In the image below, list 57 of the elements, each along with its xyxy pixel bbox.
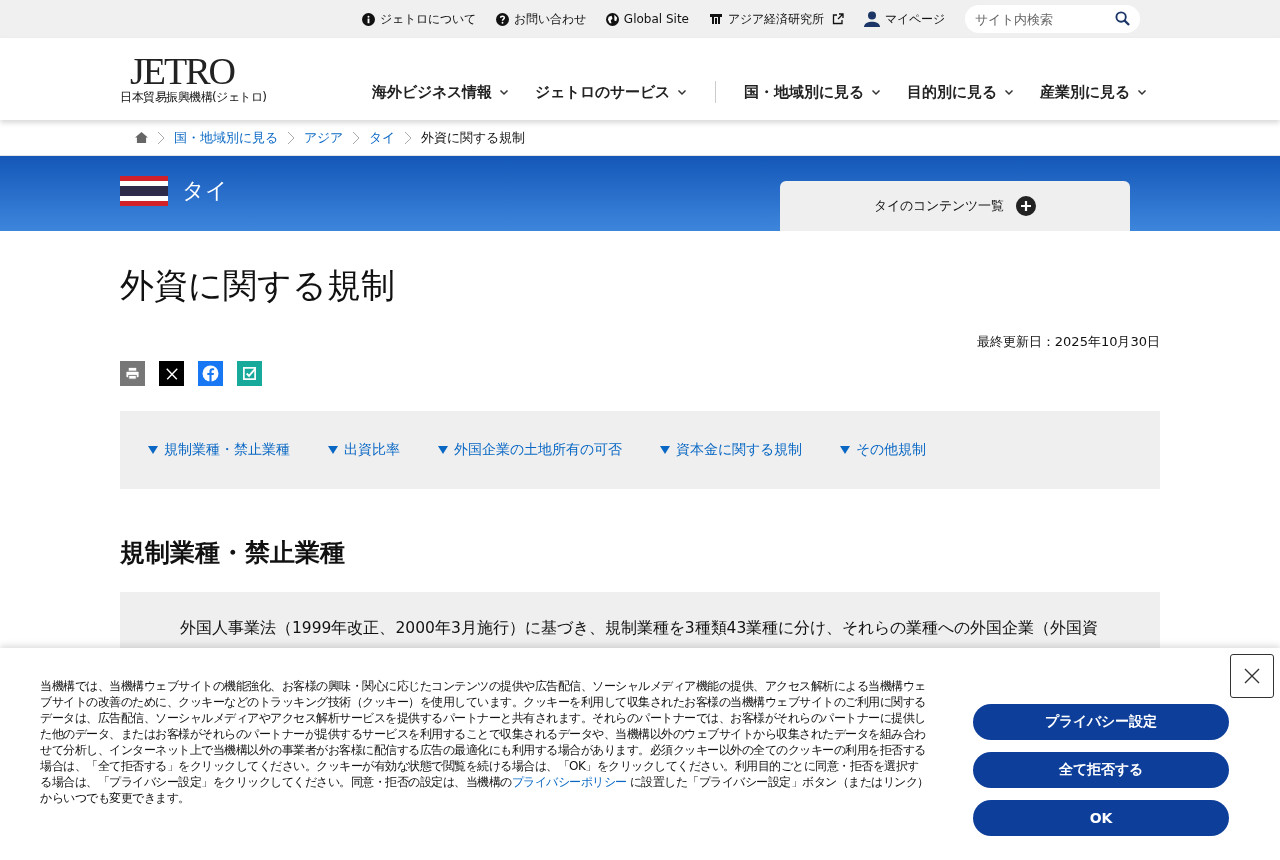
user-icon <box>864 11 880 27</box>
chevron-right-icon <box>404 130 412 145</box>
chevron-down-icon <box>1137 87 1147 97</box>
utility-link[interactable]: お問い合わせ <box>495 10 586 28</box>
bookmark-check-icon[interactable] <box>237 361 262 386</box>
privacy-policy-link[interactable]: プライバシーポリシー <box>511 775 627 789</box>
anchor-link[interactable]: 規制業種・禁止業種 <box>148 441 290 459</box>
nav-menu-item[interactable]: 産業別に見る <box>1027 82 1160 102</box>
section-paragraph: 外国人事業法（1999年改正、2000年3月施行）に基づき、規制業種を3種類43業種に分け、それらの業種への外国企業（外国資 <box>180 619 1099 637</box>
chevron-right-icon <box>352 130 360 145</box>
home-icon[interactable] <box>135 132 148 143</box>
contents-list-button[interactable]: タイのコンテンツ一覧 <box>780 181 1130 231</box>
chevron-down-icon <box>1004 87 1014 97</box>
breadcrumb-link[interactable]: 国・地域別に見る <box>174 128 278 147</box>
last-updated-date: 最終更新日：2025年10月30日 <box>976 334 1160 349</box>
thailand-flag-icon <box>120 176 168 206</box>
section-heading: 規制業種・禁止業種 <box>120 537 346 569</box>
chevron-down-icon <box>499 87 509 97</box>
chevron-right-icon <box>157 130 165 145</box>
chevron-right-icon <box>287 130 295 145</box>
search-field[interactable]: サイト内検索 <box>965 5 1140 33</box>
nav-menu-item[interactable]: 目的別に見る <box>894 82 1027 102</box>
search-icon[interactable] <box>1115 11 1130 26</box>
cookie-consent-button[interactable]: プライバシー設定 <box>973 704 1229 740</box>
cookie-notice-text: 当機構では、当機構ウェブサイトの機能強化、お客様の興味・関心に応じたコンテンツの提供や広告配信、ソーシャルメディア機能の提供、アクセス解析による当機構ウェブサイトの改善のために、クッキーなどのトラッキング技術（クッキー）を使用しています。クッキーを利用して収集されたお客様の当機構ウェブサイトのご利用に関するデータは、広告配信、ソーシャルメディアやアクセス解析サービスを提供するパートナーと共有されます。それらのパートナーでは、お客様がそれらのパートナーに提供した他のデータ、またはお客様がそれらのパートナーが提供するサービスを利用することで収集されるデータや、当機構以外のウェブサイトから収集されたデータを組み合わせて分析し、インターネット上で当機構以外の事業者がお客様に配信する広告の最適化にも利用する場合があります。必須クッキー以外の全てのクッキーの利用を拒否する場合は、「全て拒否する」をクリックしてください。クッキーが有効な状態で閲覧を続ける場合は、「OK」をクリックしてください。利用目的ごとに同意・拒否を選択する場合は、「プライバシー設定」をクリックしてください。同意・拒否の設定は、当機構のプライバシーポリシー に設置した「プライバシー設定」ボタン（またはリンク）からいつでも変更できます。 <box>40 678 930 807</box>
logo-subtitle: 日本貿易振興機構(ジェトロ) <box>120 88 267 106</box>
info-icon <box>361 12 375 26</box>
chevron-down-icon <box>871 87 881 97</box>
utility-link[interactable]: Global Site <box>605 12 689 26</box>
nav-menu-item[interactable]: 海外ビジネス情報 <box>359 82 522 102</box>
plus-icon <box>1016 196 1036 216</box>
country-name: タイ <box>182 177 228 205</box>
cookie-consent-button[interactable]: 全て拒否する <box>973 752 1229 788</box>
utility-link[interactable]: ジェトロについて <box>361 10 476 28</box>
breadcrumb-link[interactable]: アジア <box>304 128 343 147</box>
close-button[interactable] <box>1230 654 1274 698</box>
x-logo-icon[interactable] <box>159 361 184 386</box>
utility-link[interactable]: マイページ <box>864 10 945 28</box>
globe-icon <box>605 12 619 26</box>
breadcrumb-link[interactable]: タイ <box>369 128 395 147</box>
chevron-down-icon <box>677 87 687 97</box>
utility-link[interactable]: アジア経済研究所 <box>709 10 844 28</box>
help-icon <box>495 12 509 26</box>
print-icon[interactable] <box>120 361 145 386</box>
anchor-link[interactable]: 資本金に関する規制 <box>660 441 802 459</box>
anchor-link[interactable]: 出資比率 <box>328 441 400 459</box>
building-icon <box>709 13 723 25</box>
cookie-consent-button[interactable]: OK <box>973 800 1229 836</box>
page-title: 外資に関する規制 <box>120 264 396 307</box>
anchor-link[interactable]: 外国企業の土地所有の可否 <box>438 441 622 459</box>
breadcrumb-current: 外資に関する規制 <box>421 128 525 147</box>
facebook-icon[interactable] <box>198 361 223 386</box>
anchor-link[interactable]: その他規制 <box>840 441 926 459</box>
logo[interactable]: JETRO <box>130 52 234 89</box>
close-icon <box>1244 668 1260 684</box>
nav-menu-item[interactable]: 国・地域別に見る <box>731 82 894 102</box>
nav-menu-item[interactable]: ジェトロのサービス <box>522 82 700 102</box>
